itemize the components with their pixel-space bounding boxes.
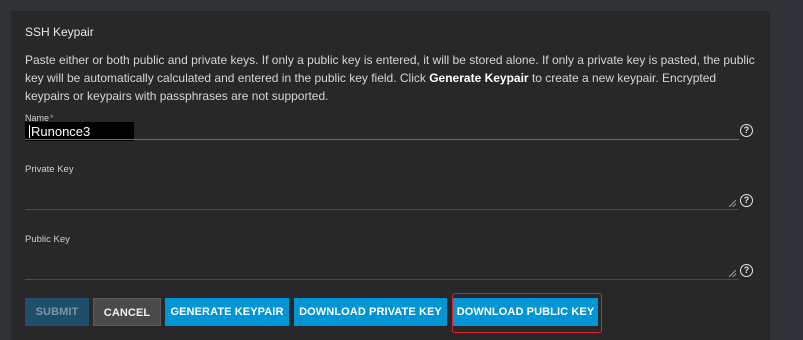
name-input-value: Runonce3: [31, 124, 91, 139]
private-key-underline: [25, 209, 739, 210]
download-private-key-button[interactable]: DOWNLOAD PRIVATE KEY: [294, 298, 447, 326]
public-key-textarea[interactable]: [25, 251, 739, 278]
public-key-resize-handle[interactable]: [729, 270, 736, 277]
cancel-button[interactable]: CANCEL: [93, 298, 161, 326]
name-input-underline: [25, 139, 739, 140]
generate-keypair-button[interactable]: GENERATE KEYPAIR: [165, 298, 289, 326]
submit-button[interactable]: SUBMIT: [25, 298, 89, 326]
instructions-bold: Generate Keypair: [429, 71, 529, 85]
public-key-label: Public Key: [25, 234, 70, 245]
ssh-keypair-card: SSH Keypair Paste either or both public …: [11, 11, 770, 340]
private-key-textarea[interactable]: [25, 181, 739, 208]
private-key-label: Private Key: [25, 164, 74, 175]
instructions-text: Paste either or both public and private …: [25, 51, 755, 105]
card-title: SSH Keypair: [25, 25, 94, 39]
name-help-icon[interactable]: ?: [740, 124, 753, 137]
highlight-box: [452, 293, 602, 333]
page: SSH Keypair Paste either or both public …: [0, 0, 803, 340]
private-key-resize-handle[interactable]: [729, 200, 736, 207]
text-cursor: [29, 125, 30, 138]
public-key-underline: [25, 279, 739, 280]
private-key-help-icon[interactable]: ?: [740, 194, 753, 207]
public-key-help-icon[interactable]: ?: [740, 264, 753, 277]
